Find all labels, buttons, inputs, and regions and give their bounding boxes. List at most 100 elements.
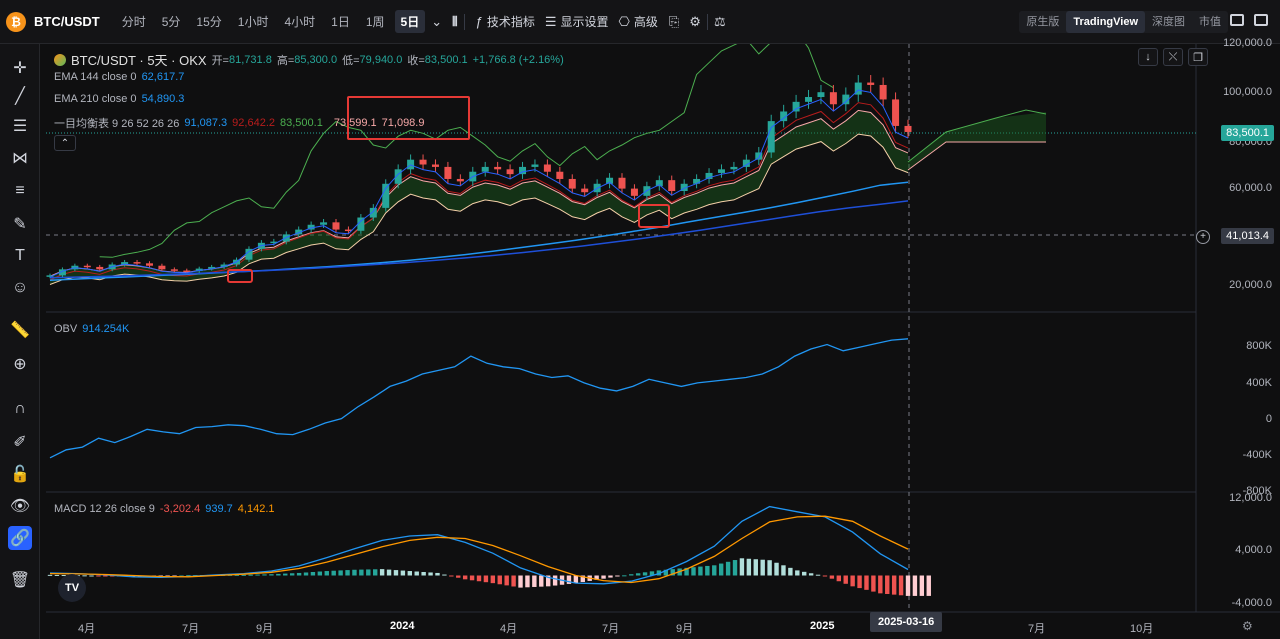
macd-histogram-bar bbox=[331, 570, 336, 576]
macd-histogram-bar bbox=[352, 569, 357, 576]
display-settings-label: 显示设置 bbox=[560, 15, 609, 29]
collapse-pane-icon[interactable]: ⤬ bbox=[1163, 48, 1183, 66]
macd-histogram-bar bbox=[359, 569, 364, 576]
main-legend: BTC/USDT · 5天 · OKX 开= 81,731.8 高= 85,300.… bbox=[54, 50, 564, 69]
macd-histogram-bar bbox=[414, 571, 419, 576]
settings-gear-icon[interactable]: ⚙ bbox=[689, 14, 701, 30]
macd-histogram-bar bbox=[601, 575, 606, 579]
candle-body bbox=[133, 262, 141, 264]
eye-icon[interactable]: 👁 bbox=[8, 494, 32, 518]
time-axis-label: 7月 bbox=[602, 623, 620, 635]
macd-line bbox=[49, 505, 909, 585]
trendline-icon[interactable]: ╱ bbox=[8, 84, 32, 108]
axis-settings-gear-icon[interactable]: ⚙ bbox=[1242, 619, 1253, 633]
pen-lock-icon[interactable]: ✐ bbox=[8, 430, 32, 454]
add-alert-plus-icon[interactable]: + bbox=[1196, 230, 1210, 244]
indicators-button[interactable]: ƒ 技术指标 bbox=[471, 10, 540, 33]
crosshair-icon[interactable]: ✛ bbox=[8, 56, 32, 80]
time-axis-label: 4月 bbox=[500, 623, 518, 635]
interval-option[interactable]: 1日 bbox=[325, 10, 356, 33]
macd-histogram-bar bbox=[255, 574, 260, 576]
move-down-arrow-icon[interactable]: ↓ bbox=[1138, 48, 1158, 66]
interval-dropdown-chevron-icon[interactable]: ⌄ bbox=[431, 14, 442, 30]
text-icon[interactable]: T bbox=[8, 244, 32, 268]
candle-type-icon[interactable]: ⫴ bbox=[452, 14, 457, 30]
high-label: 高= bbox=[276, 54, 295, 67]
interval-option[interactable]: 分时 bbox=[116, 10, 152, 33]
macd-histogram-bar bbox=[310, 571, 316, 576]
interval-option[interactable]: 1周 bbox=[360, 10, 391, 33]
collapse-legend-chevron-icon[interactable]: ⌃ bbox=[54, 135, 76, 151]
view-option[interactable]: 深度图 bbox=[1145, 11, 1192, 33]
macd-histogram-bar bbox=[296, 572, 302, 576]
interval-option[interactable]: 5日 bbox=[394, 10, 426, 33]
close-value: 83,500.1 bbox=[424, 53, 468, 66]
link-icon[interactable]: 🔗 bbox=[8, 526, 32, 550]
view-option[interactable]: 原生版 bbox=[1019, 11, 1066, 33]
fib-icon[interactable]: ☰ bbox=[8, 114, 32, 138]
macd-histogram-value: -3,202.4 bbox=[159, 503, 201, 515]
macd-histogram-bar bbox=[497, 575, 502, 585]
macd-histogram-bar bbox=[642, 572, 648, 576]
trash-icon[interactable]: 🗑 bbox=[8, 568, 32, 592]
magnet-icon[interactable]: ∩ bbox=[8, 397, 32, 421]
interval-option[interactable]: 15分 bbox=[190, 10, 227, 33]
advanced-icon: ⎔ bbox=[618, 13, 630, 29]
emoji-icon[interactable]: ☺ bbox=[8, 276, 32, 300]
candle-body bbox=[717, 169, 725, 173]
display-settings-button[interactable]: ☰ 显示设置 bbox=[540, 10, 614, 33]
time-axis-label: 2025 bbox=[810, 620, 835, 632]
symbol-name[interactable]: BTC/USDT bbox=[34, 14, 100, 29]
window-mode-icon[interactable] bbox=[1230, 14, 1244, 26]
macd-legend: MACD 12 26 close 9 -3,202.4 939.7 4,142.… bbox=[54, 503, 275, 515]
macd-histogram-bar bbox=[525, 575, 530, 588]
crosshair-price-tag: 41,013.4 bbox=[1221, 228, 1274, 244]
obv-label: OBV bbox=[54, 323, 78, 335]
open-label: 开= bbox=[211, 54, 229, 67]
macd-histogram-bar bbox=[622, 575, 627, 577]
ruler-icon[interactable]: 📏 bbox=[8, 318, 32, 342]
time-axis-label: 7月 bbox=[1028, 623, 1046, 635]
view-switcher: 原生版 TradingView 深度图 市值 bbox=[1019, 11, 1228, 33]
view-option[interactable]: TradingView bbox=[1066, 11, 1145, 33]
fullscreen-icon[interactable] bbox=[1254, 14, 1268, 26]
macd-histogram-bar bbox=[456, 575, 461, 578]
interval-option[interactable]: 5分 bbox=[156, 10, 187, 33]
macd-histogram-bar bbox=[532, 575, 537, 587]
macd-histogram-bar bbox=[289, 573, 295, 576]
compare-scale-icon[interactable]: ⚖ bbox=[714, 14, 726, 30]
candle-body bbox=[730, 166, 738, 170]
lock-icon[interactable]: 🔓 bbox=[8, 462, 32, 486]
macd-histogram-bar bbox=[338, 570, 343, 576]
macd-histogram-bar bbox=[400, 570, 406, 576]
view-option[interactable]: 市值 bbox=[1192, 11, 1228, 33]
tradingview-logo-icon[interactable]: TV bbox=[58, 574, 86, 602]
candle-body bbox=[531, 164, 539, 167]
pattern-icon[interactable]: ⋈ bbox=[8, 146, 32, 170]
brush-icon[interactable]: ✎ bbox=[8, 212, 32, 236]
advanced-button[interactable]: ⎔ 高级 bbox=[614, 10, 663, 33]
macd-histogram-bar bbox=[760, 559, 765, 576]
candle-body bbox=[145, 263, 153, 266]
candle-body bbox=[805, 97, 813, 102]
ichimoku-values-highlight bbox=[347, 96, 470, 140]
candle-body bbox=[829, 92, 837, 105]
zoom-icon[interactable]: ⊕ bbox=[8, 352, 32, 376]
advanced-label: 高级 bbox=[633, 15, 658, 29]
interval-option[interactable]: 1小时 bbox=[232, 10, 275, 33]
screenshot-icon[interactable]: ⎘ bbox=[669, 14, 679, 30]
macd-histogram-bar bbox=[483, 575, 489, 583]
candle-body bbox=[481, 166, 489, 172]
legend-title: BTC/USDT · 5天 · OKX bbox=[71, 53, 207, 68]
interval-option[interactable]: 4小时 bbox=[278, 10, 321, 33]
macd-histogram-bar bbox=[608, 575, 613, 578]
macd-histogram-bar bbox=[857, 575, 862, 589]
toolbar-divider bbox=[706, 13, 708, 30]
chart-canvas[interactable] bbox=[46, 44, 1280, 639]
measure-icon[interactable]: ≡ bbox=[8, 179, 32, 203]
maximize-pane-icon[interactable]: ❐ bbox=[1188, 48, 1208, 66]
candle-body bbox=[568, 178, 576, 189]
current-price-tag: 83,500.1 bbox=[1221, 125, 1274, 141]
chart-area[interactable]: BTC/USDT · 5天 · OKX 开= 81,731.8 高= 85,300.… bbox=[46, 37, 1280, 639]
obv-axis-label: 0 bbox=[1265, 413, 1272, 425]
